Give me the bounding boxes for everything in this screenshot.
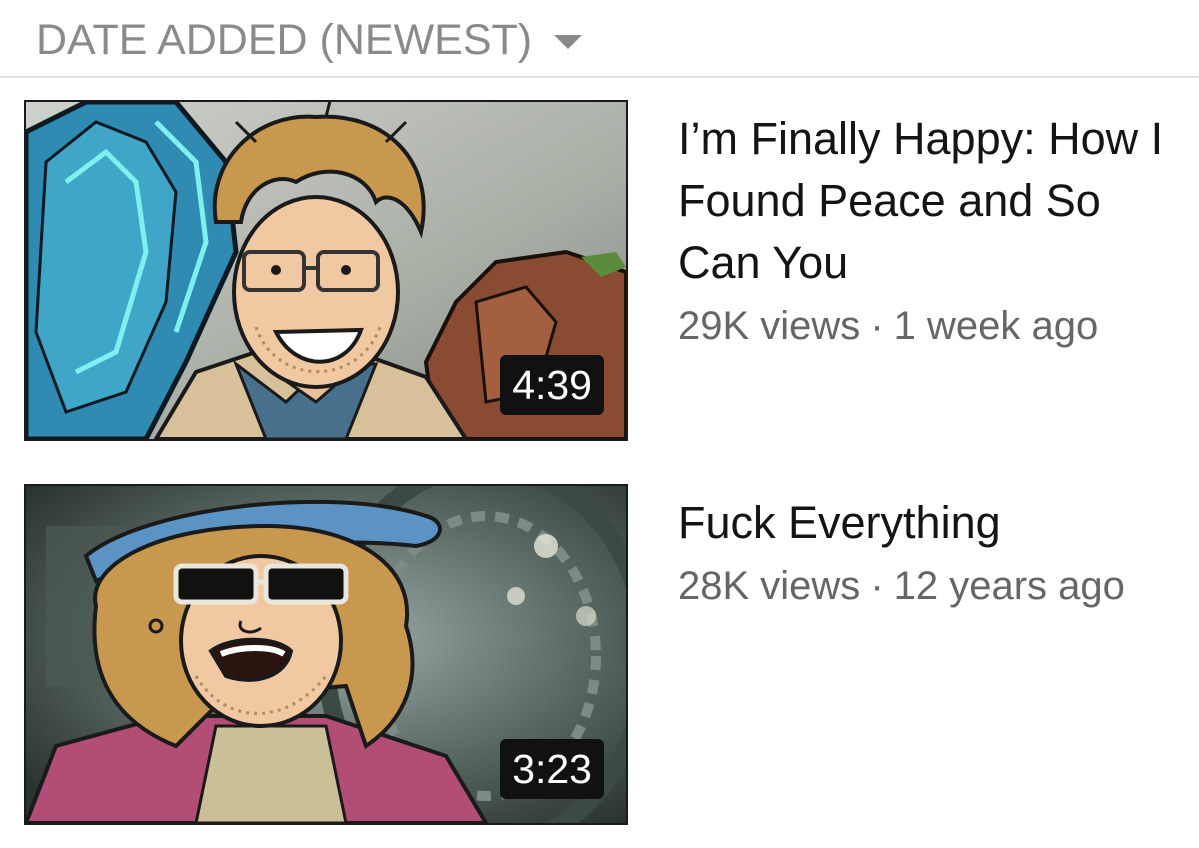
- caret-down-icon: [554, 35, 583, 49]
- sort-bar: DATE ADDED (NEWEST): [0, 0, 1199, 78]
- separator-dot: ·: [870, 564, 884, 608]
- video-thumbnail[interactable]: 3:23: [24, 484, 628, 825]
- view-count: 28K views: [678, 564, 861, 608]
- video-thumbnail[interactable]: 4:39: [24, 100, 628, 441]
- video-title[interactable]: Fuck Everything: [678, 492, 1188, 554]
- video-stats: 29K views · 1 week ago: [678, 298, 1188, 354]
- sort-dropdown[interactable]: DATE ADDED (NEWEST): [36, 14, 583, 66]
- video-list-item[interactable]: 4:39 I’m Finally Happy: How I Found Peac…: [0, 100, 1199, 445]
- sort-label: DATE ADDED (NEWEST): [36, 15, 533, 64]
- duration-badge: 4:39: [500, 355, 604, 415]
- upload-age: 1 week ago: [893, 304, 1099, 348]
- video-list-item[interactable]: 3:23 Fuck Everything 28K views · 12 years …: [0, 484, 1199, 829]
- duration-badge: 3:23: [500, 739, 604, 799]
- upload-age: 12 years ago: [893, 564, 1125, 608]
- video-title[interactable]: I’m Finally Happy: How I Found Peace and…: [678, 108, 1188, 294]
- video-meta: Fuck Everything 28K views · 12 years ago: [678, 492, 1188, 614]
- separator-dot: ·: [870, 304, 884, 348]
- video-meta: I’m Finally Happy: How I Found Peace and…: [678, 108, 1188, 354]
- view-count: 29K views: [678, 304, 861, 348]
- video-stats: 28K views · 12 years ago: [678, 558, 1188, 614]
